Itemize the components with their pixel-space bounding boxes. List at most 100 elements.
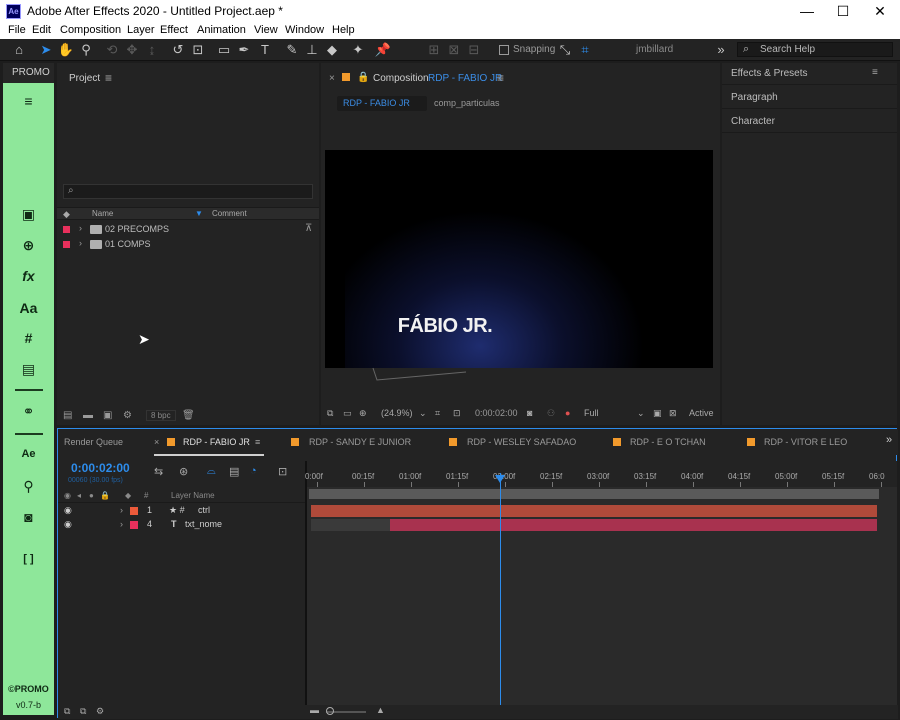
table-row[interactable]: ◉ › 1 ★ # ctrl bbox=[58, 504, 305, 518]
chevron-down-icon[interactable]: ⌄ bbox=[637, 408, 645, 419]
promo-tab[interactable]: PROMO bbox=[3, 63, 54, 83]
show-snapshot-icon[interactable]: ⚇ bbox=[547, 408, 555, 419]
layer-name[interactable]: ctrl bbox=[198, 505, 210, 515]
time-ruler[interactable]: 0:00f 00:15f 01:00f 01:15f 02:00f 02:15f 03:00… bbox=[305, 461, 897, 487]
comp-breadcrumb-active[interactable]: RDP - FABIO JR bbox=[337, 96, 427, 111]
fast-previews-icon[interactable]: ▣ bbox=[653, 408, 662, 419]
comment-column-header[interactable]: Comment bbox=[212, 209, 247, 218]
chevron-right-icon[interactable]: › bbox=[79, 238, 82, 248]
playhead-line[interactable] bbox=[500, 473, 501, 719]
panel-menu-icon[interactable]: ≡ bbox=[497, 71, 504, 85]
timeline-timecode[interactable]: 0:00:02:00 bbox=[71, 461, 130, 475]
layer-switches-icon[interactable]: ⧉ bbox=[64, 706, 70, 717]
workspace-name[interactable]: jmbillard bbox=[636, 44, 673, 55]
chevron-right-icon[interactable]: › bbox=[120, 519, 123, 529]
new-folder-icon[interactable]: ▬ bbox=[83, 410, 93, 421]
chevron-right-icon[interactable]: › bbox=[79, 223, 82, 233]
tabs-overflow-icon[interactable]: » bbox=[886, 434, 892, 446]
chevron-right-icon[interactable]: › bbox=[120, 505, 123, 515]
close-icon[interactable]: × bbox=[154, 437, 159, 447]
flowchart-icon[interactable]: ⊼ bbox=[305, 223, 312, 234]
snapshot-icon[interactable]: ◙ bbox=[527, 408, 532, 418]
pen-tool-icon[interactable]: ✒ bbox=[235, 42, 253, 58]
tab-rdp-wesley-safadao[interactable]: RDP - WESLEY SAFADAO bbox=[467, 437, 576, 447]
tab-rdp-fabio-jr[interactable]: RDP - FABIO JR bbox=[183, 437, 250, 447]
label-icon[interactable]: ◆ bbox=[125, 491, 131, 500]
resolution-select[interactable]: Full bbox=[584, 408, 599, 418]
camera-select[interactable]: Active bbox=[689, 408, 714, 418]
minimize-button[interactable]: — bbox=[788, 0, 826, 23]
fx-icon[interactable]: fx bbox=[3, 268, 54, 284]
search-help-field[interactable]: ⌕ Search Help bbox=[737, 42, 893, 57]
name-column-header[interactable]: Name bbox=[92, 209, 113, 218]
axis-world-icon[interactable]: ⊠ bbox=[445, 42, 463, 58]
solo-icon[interactable]: ● bbox=[89, 491, 94, 500]
zoom-out-icon[interactable]: ▬ bbox=[310, 705, 319, 715]
rotate-tool-icon[interactable]: ↺ bbox=[169, 42, 187, 58]
pan-camera-icon[interactable]: ✥ bbox=[123, 42, 141, 58]
comp-icon[interactable]: ▣ bbox=[3, 206, 54, 223]
menu-window[interactable]: Window bbox=[285, 24, 324, 36]
frame-blending-icon[interactable]: ▤ bbox=[229, 465, 239, 478]
motion-blur-icon[interactable]: ◔ bbox=[250, 465, 257, 477]
snap-options-icon[interactable]: ⤡ bbox=[556, 42, 574, 58]
zoom-slider-handle[interactable] bbox=[326, 707, 334, 715]
menu-animation[interactable]: Animation bbox=[197, 24, 246, 36]
viewer-timecode[interactable]: 0:00:02:00 bbox=[475, 408, 518, 418]
playhead-handle[interactable] bbox=[495, 475, 505, 483]
paragraph-panel-tab[interactable]: Paragraph bbox=[722, 87, 897, 109]
transfer-controls-icon[interactable]: ⧉ bbox=[80, 706, 86, 717]
rectangle-tool-icon[interactable]: ▭ bbox=[215, 42, 233, 58]
ae-icon[interactable]: Ae bbox=[3, 448, 54, 460]
project-tab[interactable]: Project bbox=[69, 73, 100, 84]
trash-icon[interactable]: 🗑 bbox=[182, 410, 195, 421]
panel-menu-icon[interactable]: ≡ bbox=[105, 71, 112, 85]
composition-tab-prefix[interactable]: Composition bbox=[373, 73, 429, 84]
composition-tab-name[interactable]: RDP - FABIO JR bbox=[428, 73, 502, 84]
eye-icon[interactable]: ◉ bbox=[64, 519, 72, 530]
new-comp-icon[interactable]: ▣ bbox=[103, 410, 112, 421]
comp-breadcrumb[interactable]: comp_particulas bbox=[434, 98, 500, 108]
lock-icon[interactable]: 🔒 bbox=[100, 491, 110, 500]
workspace-overflow-icon[interactable]: » bbox=[712, 42, 730, 58]
label-color-swatch[interactable] bbox=[63, 226, 70, 233]
audio-icon[interactable]: ◂ bbox=[77, 491, 81, 500]
type-tool-icon[interactable]: T bbox=[256, 42, 274, 58]
eraser-tool-icon[interactable]: ◆ bbox=[323, 42, 341, 58]
menu-file[interactable]: File bbox=[8, 24, 26, 36]
menu-layer[interactable]: Layer bbox=[127, 24, 155, 36]
timeline-graph-area[interactable] bbox=[307, 461, 897, 719]
menu-icon[interactable]: ≡ bbox=[3, 93, 54, 109]
search-layer-icon[interactable]: ⇆ bbox=[154, 465, 163, 478]
close-icon[interactable]: × bbox=[329, 73, 335, 84]
zoom-in-icon[interactable]: ▲ bbox=[376, 705, 385, 715]
always-preview-icon[interactable]: ⧉ bbox=[327, 408, 333, 419]
label-color-swatch[interactable] bbox=[130, 507, 138, 515]
layer-duration-bar[interactable] bbox=[390, 519, 877, 531]
text-icon[interactable]: Aa bbox=[3, 300, 54, 316]
render-time-icon[interactable]: ⚙ bbox=[96, 706, 104, 717]
label-color-swatch[interactable] bbox=[63, 241, 70, 248]
region-of-interest-icon[interactable]: ⌗ bbox=[435, 408, 440, 419]
panel-menu-icon[interactable]: ≡ bbox=[872, 67, 878, 78]
eye-icon[interactable]: ◉ bbox=[64, 505, 72, 516]
transparency-grid-icon[interactable]: ⊡ bbox=[453, 408, 461, 419]
work-area-bar[interactable] bbox=[309, 489, 879, 499]
character-panel-tab[interactable]: Character bbox=[722, 111, 897, 133]
lock-icon[interactable]: 🔒 bbox=[357, 72, 369, 83]
zoom-level[interactable]: (24.9%) bbox=[381, 408, 413, 418]
axis-view-icon[interactable]: ⊟ bbox=[465, 42, 483, 58]
monitor-icon[interactable]: ▭ bbox=[343, 408, 352, 419]
sort-icon[interactable]: ▼ bbox=[195, 209, 203, 218]
table-row[interactable]: ◉ › 4 T txt_nome bbox=[58, 518, 305, 532]
hand-tool-icon[interactable]: ✋ bbox=[57, 42, 75, 58]
shy-layers-icon[interactable]: ⌓ bbox=[207, 465, 216, 478]
maximize-button[interactable]: ☐ bbox=[824, 0, 862, 23]
tab-rdp-sandy-e-junior[interactable]: RDP - SANDY E JUNIOR bbox=[309, 437, 411, 447]
label-color-swatch[interactable] bbox=[130, 521, 138, 529]
composition-mini-flowchart-icon[interactable]: ⊛ bbox=[179, 465, 188, 478]
layer-name[interactable]: txt_nome bbox=[185, 519, 222, 529]
brackets-icon[interactable]: [ ] bbox=[3, 553, 54, 565]
label-column-icon[interactable]: ◆ bbox=[63, 209, 70, 220]
tab-rdp-vitor-e-leo[interactable]: RDP - VITOR E LEO bbox=[764, 437, 847, 447]
